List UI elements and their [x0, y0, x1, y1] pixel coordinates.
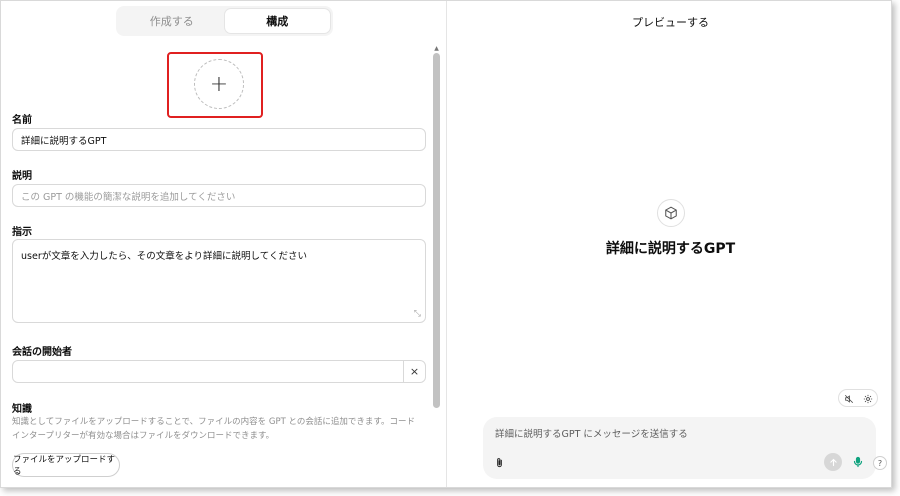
instructions-text: userが文章を入力したら、その文章をより詳細に説明してください — [21, 251, 307, 262]
app-window: 作成する 構成 + 名前 詳細に説明するGPT 説明 この GPT の機能の簡潔… — [0, 0, 892, 488]
microphone-icon[interactable] — [852, 454, 864, 473]
composer-input[interactable]: 詳細に説明するGPT にメッセージを送信する — [495, 426, 688, 440]
upload-file-button[interactable]: ファイルをアップロードする — [12, 453, 120, 477]
paperclip-icon[interactable] — [494, 455, 505, 474]
mute-icon[interactable] — [844, 389, 854, 408]
instructions-label: 指示 — [12, 227, 32, 238]
message-composer[interactable]: 詳細に説明するGPT にメッセージを送信する — [483, 417, 876, 479]
name-input[interactable]: 詳細に説明するGPT — [12, 128, 426, 151]
preview-title: プレビューする — [632, 16, 709, 29]
scrollbar[interactable]: ▲ — [431, 45, 442, 485]
settings-gear-icon[interactable] — [863, 389, 873, 408]
resize-handle-icon[interactable]: ⤡ — [414, 309, 421, 319]
mode-tabs: 作成する 構成 — [116, 6, 333, 36]
preview-controls — [838, 389, 878, 407]
remove-starter-button[interactable]: × — [403, 361, 425, 382]
avatar-highlight: + — [167, 52, 263, 118]
cube-icon — [657, 199, 685, 227]
plus-icon: + — [209, 71, 229, 97]
knowledge-description: 知識としてファイルをアップロードすることで、ファイルの内容を GPT との会話に… — [12, 417, 416, 441]
avatar-upload-button[interactable]: + — [194, 59, 244, 109]
preview-panel: プレビューする 詳細に説明するGPT 詳細に説明するGPT にメッセージを送信す… — [448, 1, 891, 487]
starter-input[interactable]: × — [12, 360, 426, 383]
name-label: 名前 — [12, 115, 32, 126]
send-button[interactable] — [824, 453, 842, 471]
gpt-name-heading: 詳細に説明するGPT — [605, 241, 736, 257]
tab-configure[interactable]: 構成 — [224, 9, 330, 33]
configure-panel: 作成する 構成 + 名前 詳細に説明するGPT 説明 この GPT の機能の簡潔… — [1, 1, 447, 487]
tab-create[interactable]: 作成する — [119, 9, 225, 33]
description-label: 説明 — [12, 171, 32, 182]
help-button[interactable]: ? — [873, 456, 887, 470]
scroll-up-icon[interactable]: ▲ — [431, 45, 442, 53]
instructions-textarea[interactable]: userが文章を入力したら、その文章をより詳細に説明してください ⤡ — [12, 239, 426, 323]
description-input[interactable]: この GPT の機能の簡潔な説明を追加してください — [12, 184, 426, 207]
scrollbar-thumb[interactable] — [433, 53, 440, 408]
starters-label: 会話の開始者 — [12, 347, 72, 358]
knowledge-label: 知識 — [12, 404, 32, 415]
